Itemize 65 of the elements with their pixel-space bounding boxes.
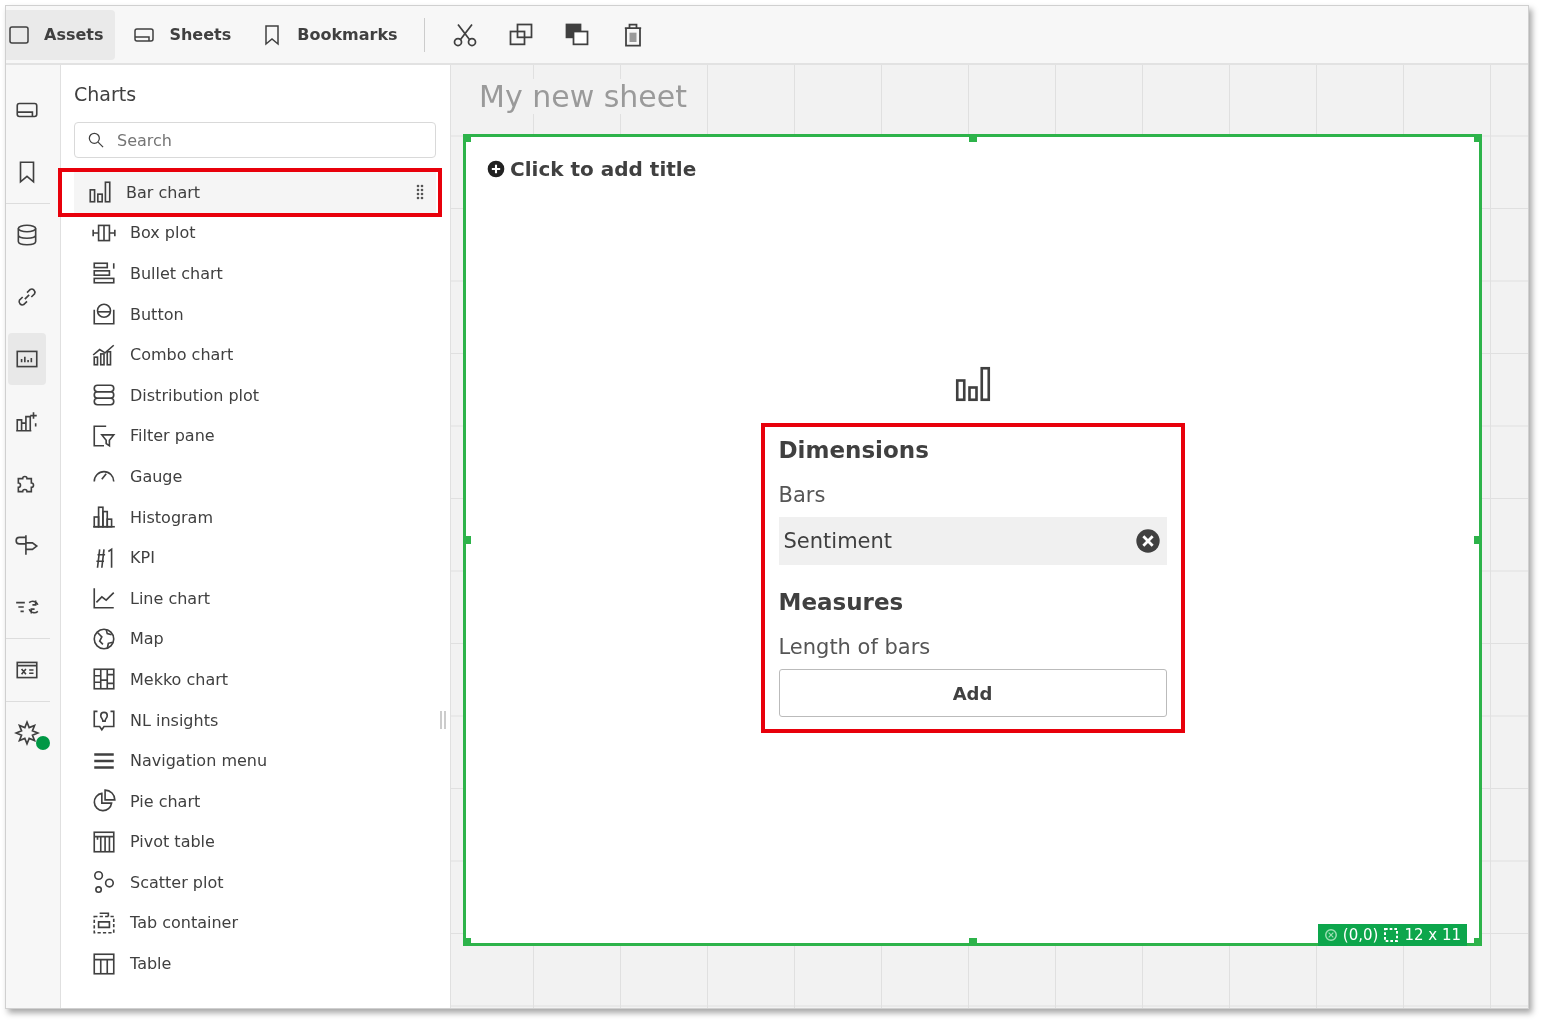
panel-title: Charts bbox=[74, 83, 138, 105]
chart-list-item[interactable]: Navigation menu bbox=[78, 740, 432, 781]
distribution-plot-icon bbox=[90, 382, 118, 409]
chart-list-item[interactable]: Gauge bbox=[78, 456, 432, 497]
plus-circle-icon bbox=[486, 159, 506, 179]
filter-icon bbox=[90, 422, 118, 449]
sidebar-button[interactable] bbox=[8, 333, 46, 385]
histogram-icon bbox=[90, 504, 118, 531]
chart-list-item[interactable]: KPI bbox=[78, 537, 432, 578]
chart-list-item[interactable]: Mekko chart bbox=[78, 659, 432, 700]
dimension-field: Sentiment bbox=[778, 517, 1167, 565]
resize-handle[interactable] bbox=[463, 134, 471, 142]
chart-list-item[interactable]: Button bbox=[78, 293, 432, 335]
sheet-title: My new sheet bbox=[479, 79, 688, 114]
resize-handle[interactable] bbox=[463, 938, 471, 946]
chart-list-item[interactable]: Histogram bbox=[78, 496, 432, 538]
section-heading: Dimensions bbox=[778, 437, 930, 463]
chart-list-item[interactable]: Distribution plot bbox=[78, 374, 432, 416]
chart-list-item[interactable]: Bullet chart bbox=[78, 253, 432, 294]
chart-list-item[interactable]: Tab container bbox=[78, 902, 432, 944]
position-label: (0,0) bbox=[1342, 926, 1379, 944]
chart-list-item[interactable]: Box plot bbox=[78, 212, 432, 254]
add-title-button[interactable]: Click to add title bbox=[486, 157, 697, 181]
resize-handle-icon[interactable] bbox=[440, 711, 446, 729]
chart-list-item[interactable]: Map bbox=[78, 618, 432, 660]
add-button[interactable]: Add bbox=[778, 669, 1167, 717]
grid-icon bbox=[90, 666, 118, 693]
resize-handle[interactable] bbox=[1474, 134, 1482, 142]
size-icon bbox=[1383, 927, 1400, 943]
search-icon bbox=[86, 130, 106, 150]
chart-object[interactable]: Click to add title Dimensions Bars Sentiment Measures Length of bars Add (0,0) 12 x 11 bbox=[463, 134, 1482, 946]
chart-list-item[interactable]: Combo chart bbox=[78, 334, 432, 375]
drag-handle-icon bbox=[416, 184, 424, 201]
pivot-table-icon bbox=[90, 828, 118, 855]
chart-list-item[interactable]: Pie chart bbox=[78, 780, 432, 822]
chart-list-item[interactable]: Scatter plot bbox=[78, 862, 432, 903]
chart-list-item[interactable]: Line chart bbox=[78, 577, 432, 619]
position-icon bbox=[1323, 928, 1338, 942]
size-label: 12 x 11 bbox=[1404, 926, 1461, 944]
chart-list-item[interactable]: Bar chart bbox=[74, 172, 436, 213]
chart-list-item[interactable]: NL insights bbox=[78, 699, 432, 741]
resize-handle[interactable] bbox=[968, 938, 977, 946]
section-heading: Measures bbox=[778, 589, 905, 615]
resize-handle[interactable] bbox=[1474, 938, 1482, 946]
toolbar-tab[interactable]: Bookmarks bbox=[247, 9, 410, 60]
chart-list-item[interactable]: Filter pane bbox=[78, 415, 432, 457]
signpost-icon bbox=[14, 532, 40, 558]
resize-handle[interactable] bbox=[1474, 536, 1482, 544]
bullet-chart-icon bbox=[90, 260, 118, 287]
bar-chart-icon bbox=[86, 179, 114, 206]
field-label: Bars bbox=[778, 483, 827, 507]
search-field[interactable]: Search bbox=[74, 122, 436, 158]
toolbar-tab[interactable]: Assets bbox=[6, 9, 116, 60]
close-icon bbox=[1133, 527, 1162, 555]
button-icon bbox=[90, 301, 118, 328]
chart-list-item[interactable]: Table bbox=[78, 943, 432, 984]
tab-container-icon bbox=[90, 910, 118, 936]
remove-button[interactable] bbox=[1133, 527, 1162, 555]
field-label: Length of bars bbox=[778, 635, 932, 659]
sparkle-icon bbox=[14, 720, 40, 746]
resize-handle[interactable] bbox=[968, 134, 977, 142]
table-icon bbox=[90, 950, 118, 977]
toolbar-tab[interactable]: Sheets bbox=[119, 9, 244, 60]
chart-list-item[interactable]: Pivot table bbox=[78, 821, 432, 863]
resize-handle[interactable] bbox=[463, 536, 471, 544]
